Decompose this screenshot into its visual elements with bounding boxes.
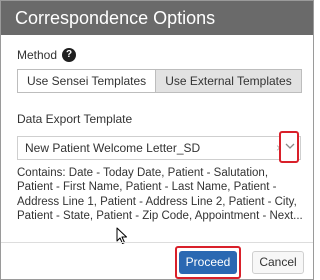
correspondence-options-dialog: Correspondence Options Method ? Use Sens… [0,0,314,280]
use-sensei-templates-button[interactable]: Use Sensei Templates [18,70,156,92]
dialog-title-bar: Correspondence Options [1,1,313,35]
question-circle-icon[interactable]: ? [62,48,77,62]
selected-template-value: New Patient Welcome Letter_SD [25,141,201,155]
proceed-highlight-outline: Proceed [175,246,241,279]
dialog-title: Correspondence Options [15,8,216,28]
chevron-down-icon [285,143,295,149]
data-export-template-select[interactable]: New Patient Welcome Letter_SD × [17,136,301,160]
proceed-button[interactable]: Proceed [179,251,237,274]
method-label: Method [17,48,58,62]
method-toggle-group: Use Sensei Templates Use External Templa… [17,69,302,93]
data-export-template-label: Data Export Template [17,112,133,126]
template-contains-text: Contains: Date - Today Date, Patient - S… [17,167,303,222]
dropdown-toggle[interactable] [279,131,299,163]
footer-divider [1,242,313,243]
use-external-templates-button[interactable]: Use External Templates [155,70,301,92]
method-label-row: Method ? [17,47,77,63]
cancel-button[interactable]: Cancel [252,251,304,274]
